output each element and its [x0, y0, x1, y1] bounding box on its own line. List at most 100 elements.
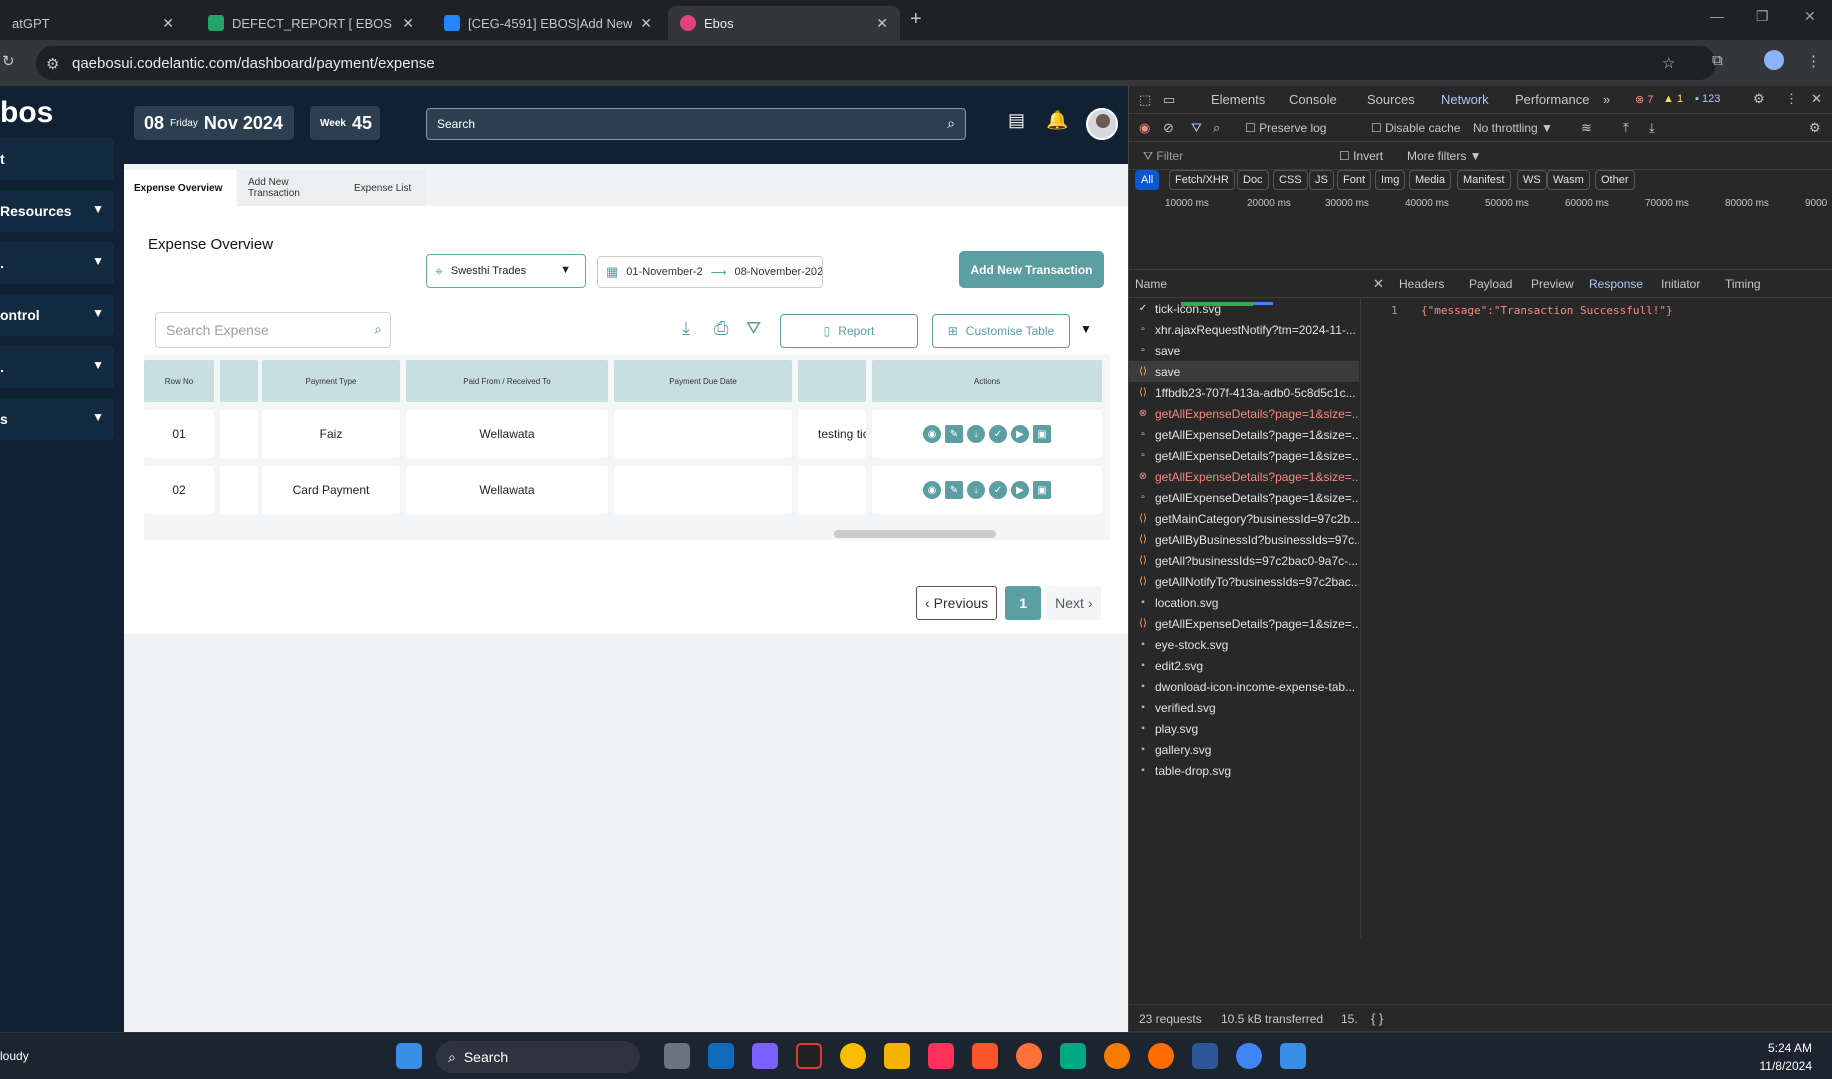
postman-icon[interactable]	[1104, 1043, 1130, 1069]
network-settings-icon[interactable]: ⚙	[1809, 120, 1821, 136]
horizontal-scrollbar[interactable]	[834, 530, 996, 538]
chat-app-icon[interactable]	[1060, 1043, 1086, 1069]
request-row[interactable]: ▫ save	[1129, 340, 1359, 361]
request-row[interactable]: ▫ xhr.ajaxRequestNotify?tm=2024-11-...	[1129, 319, 1359, 340]
bookmark-star-icon[interactable]: ☆	[1662, 54, 1675, 72]
network-conditions-icon[interactable]: ≋	[1581, 120, 1592, 136]
close-devtools-icon[interactable]: ✕	[1811, 91, 1822, 107]
filter-funnel-icon[interactable]: ⛛	[1191, 120, 1202, 136]
device-toggle-icon[interactable]: ▭	[1163, 92, 1175, 108]
devtools-tab-performance[interactable]: Performance	[1515, 92, 1589, 107]
chip-js[interactable]: JS	[1309, 170, 1334, 190]
request-row[interactable]: ⟨⟩ getMainCategory?businessId=97c2b...	[1129, 508, 1359, 529]
devtools-tab-elements[interactable]: Elements	[1211, 92, 1265, 107]
throttling-select[interactable]: No throttling ▼	[1473, 121, 1553, 135]
kebab-menu-icon[interactable]: ⋮	[1785, 91, 1798, 107]
chip-ws[interactable]: WS	[1517, 170, 1547, 190]
print-icon[interactable]: ⎙	[714, 318, 728, 339]
request-row[interactable]: ✓ tick-icon.svg	[1129, 298, 1359, 319]
download-icon[interactable]: ↓	[967, 425, 985, 443]
chip-img[interactable]: Img	[1375, 170, 1406, 190]
bell-icon[interactable]: 🔔	[1046, 110, 1068, 131]
chat-icon[interactable]: ▤	[1008, 110, 1025, 131]
restore-icon[interactable]: ❐	[1756, 8, 1769, 25]
invert-checkbox[interactable]: ☐ Invert	[1339, 149, 1383, 163]
tab-add-new-transaction[interactable]: Add New Transaction	[238, 170, 350, 206]
gallery-icon[interactable]: ▣	[1033, 425, 1051, 443]
detail-tab-headers[interactable]: Headers	[1399, 277, 1444, 291]
table-dropdown-icon[interactable]: ▼	[1080, 322, 1092, 336]
name-column-header[interactable]: Name	[1135, 277, 1167, 291]
import-har-icon[interactable]: ⤒	[1623, 120, 1629, 136]
add-new-transaction-button[interactable]: Add New Transaction	[959, 251, 1104, 288]
play-icon[interactable]: ▶	[1011, 425, 1029, 443]
chip-fetch-xhr[interactable]: Fetch/XHR	[1169, 170, 1235, 190]
firefox-icon[interactable]	[1016, 1043, 1042, 1069]
request-row[interactable]: ⊗ getAllExpenseDetails?page=1&size=...	[1129, 466, 1359, 487]
browser-tab-chatgpt[interactable]: atGPT ✕	[0, 6, 186, 40]
page-number-button[interactable]: 1	[1005, 586, 1042, 620]
chrome-profile-icon[interactable]	[1236, 1043, 1262, 1069]
detail-tab-timing[interactable]: Timing	[1725, 277, 1761, 291]
chip-wasm[interactable]: Wasm	[1547, 170, 1590, 190]
next-button[interactable]: Next ›	[1047, 586, 1101, 620]
eye-icon[interactable]: ◉	[923, 481, 941, 499]
extensions-icon[interactable]: ⧉	[1712, 52, 1723, 69]
search-icon[interactable]: ⌕	[1213, 120, 1220, 136]
taskbar-search[interactable]: ⌕ Search	[436, 1041, 640, 1073]
more-tabs-icon[interactable]: »	[1603, 92, 1610, 107]
eye-icon[interactable]: ◉	[923, 425, 941, 443]
download-icon[interactable]: ↓	[967, 481, 985, 499]
avatar[interactable]	[1086, 108, 1118, 140]
request-row[interactable]: ▪ dwonload-icon-income-expense-tab...	[1129, 676, 1359, 697]
sidebar-item-6[interactable]: s ▼	[0, 398, 114, 440]
request-row[interactable]: ▪ play.svg	[1129, 718, 1359, 739]
request-row[interactable]: ▪ table-drop.svg	[1129, 760, 1359, 781]
global-search-input[interactable]: Search ⌕	[426, 108, 966, 140]
browser-tab-ebos[interactable]: Ebos ✕	[668, 6, 900, 40]
minimize-icon[interactable]: —	[1710, 8, 1724, 24]
profile-icon[interactable]	[1764, 50, 1784, 70]
menu-dots-icon[interactable]: ⋮	[1806, 52, 1821, 70]
date-from[interactable]: 01-November-2	[626, 266, 702, 278]
filter-icon[interactable]: ⛛	[746, 318, 761, 339]
url-field[interactable]: ⚙ qaebosui.codelantic.com/dashboard/paym…	[36, 46, 1716, 80]
sidebar-item-3[interactable]: . ▼	[0, 242, 114, 284]
github-icon[interactable]	[1148, 1043, 1174, 1069]
report-button[interactable]: ▯ Report	[780, 314, 918, 348]
chip-manifest[interactable]: Manifest	[1457, 170, 1511, 190]
request-row[interactable]: ⟨⟩ getAllNotifyTo?businessIds=97c2bac...	[1129, 571, 1359, 592]
gallery-icon[interactable]: ▣	[1033, 481, 1051, 499]
request-row[interactable]: ⊗ getAllExpenseDetails?page=1&size=...	[1129, 403, 1359, 424]
date-range-picker[interactable]: ▦ 01-November-2 ⟶ 08-November-202	[597, 256, 823, 288]
request-row[interactable]: ⟨⟩ 1ffbdb23-707f-413a-adb0-5c8d5c1c...	[1129, 382, 1359, 403]
network-timeline[interactable]: 10000 ms 20000 ms 30000 ms 40000 ms 5000…	[1129, 194, 1832, 306]
close-icon[interactable]: ✕	[402, 15, 414, 32]
site-info-icon[interactable]: ⚙	[46, 55, 59, 73]
request-row[interactable]: ▪ verified.svg	[1129, 697, 1359, 718]
request-row[interactable]: ▫ getAllExpenseDetails?page=1&size=...	[1129, 445, 1359, 466]
filter-input[interactable]: ⛛ Filter	[1143, 149, 1183, 164]
request-row[interactable]: ▫ getAllExpenseDetails?page=1&size=...	[1129, 487, 1359, 508]
location-select[interactable]: ⌖ Swesthi Trades ▼	[426, 254, 586, 288]
detail-tab-payload[interactable]: Payload	[1469, 277, 1512, 291]
settings-gear-icon[interactable]: ⚙	[1753, 91, 1765, 107]
close-icon[interactable]: ✕	[640, 15, 652, 32]
sidebar-item-control[interactable]: ontrol ▼	[0, 294, 114, 336]
request-row[interactable]: ⟨⟩ save	[1129, 361, 1359, 382]
response-body[interactable]: {"message":"Transaction Successfull!"}	[1421, 304, 1673, 317]
reload-icon[interactable]: ↻	[2, 52, 15, 70]
request-row[interactable]: ▪ edit2.svg	[1129, 655, 1359, 676]
close-icon[interactable]: ✕	[876, 15, 888, 32]
chip-all[interactable]: All	[1135, 170, 1160, 190]
request-row[interactable]: ⟨⟩ getAll?businessIds=97c2bac0-9a7c-...	[1129, 550, 1359, 571]
sidebar-item-resources[interactable]: Resources ▼	[0, 190, 114, 232]
window-close-icon[interactable]: ✕	[1804, 8, 1816, 25]
request-row[interactable]: ▪ location.svg	[1129, 592, 1359, 613]
detail-tab-initiator[interactable]: Initiator	[1661, 277, 1700, 291]
verified-icon[interactable]: ✓	[989, 425, 1007, 443]
devtools-tab-network[interactable]: Network	[1441, 92, 1489, 107]
recorder-icon[interactable]	[796, 1043, 822, 1069]
request-row[interactable]: ▪ gallery.svg	[1129, 739, 1359, 760]
message-count-icon[interactable]: ▪ 123	[1695, 93, 1720, 105]
